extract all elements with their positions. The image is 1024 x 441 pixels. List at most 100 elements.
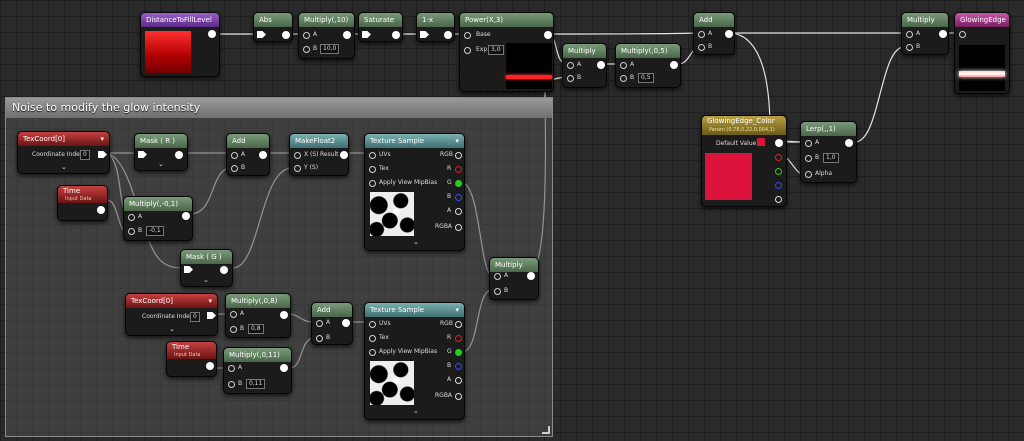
input-pin-x[interactable] (294, 152, 301, 159)
input-pin-b[interactable] (228, 381, 235, 388)
node-glowing-edge-color[interactable]: GlowingEdge_Color Param (0,78,0,22,0,004… (701, 115, 787, 207)
b-value-field[interactable]: 0,5 (638, 73, 654, 83)
input-pin-icon[interactable] (257, 31, 266, 38)
output-b-pin-icon[interactable] (455, 363, 462, 370)
output-pin-icon[interactable] (845, 139, 853, 147)
node-mask-r[interactable]: Mask ( R ) ⌄ (134, 133, 188, 171)
node-saturate[interactable]: Saturate (358, 12, 403, 42)
input-pin-b[interactable] (230, 326, 237, 333)
output-rgb-pin-icon[interactable] (455, 321, 462, 328)
input-pin-uvs[interactable] (369, 321, 376, 328)
chevron-down-icon[interactable]: ⌄ (413, 238, 419, 246)
input-pin-b[interactable] (231, 165, 238, 172)
channel-r-pin-icon[interactable] (775, 154, 782, 161)
input-pin-a[interactable] (230, 311, 237, 318)
output-pin-icon[interactable] (175, 151, 183, 159)
input-pin-b[interactable] (128, 228, 135, 235)
dropdown-icon[interactable]: ▾ (455, 134, 459, 148)
b-value-field[interactable]: 0,11 (246, 379, 266, 389)
input-pin-icon[interactable] (420, 31, 429, 38)
input-pin-a[interactable] (303, 32, 310, 39)
b-value-field[interactable]: 0,8 (248, 324, 264, 334)
output-pin-icon[interactable] (725, 30, 733, 38)
output-pin-icon[interactable] (97, 206, 105, 214)
output-r-pin-icon[interactable] (455, 166, 462, 173)
output-pin-icon[interactable] (939, 30, 947, 38)
input-pin-b[interactable] (698, 44, 705, 51)
channel-a-pin-icon[interactable] (775, 196, 782, 203)
b-value-field[interactable]: -0,1 (146, 226, 164, 236)
output-pin-icon[interactable] (597, 61, 605, 69)
input-pin-a[interactable] (231, 152, 238, 159)
channel-g-pin-icon[interactable] (775, 168, 782, 175)
output-pin-icon[interactable] (444, 31, 452, 39)
input-pin-a[interactable] (316, 320, 323, 327)
input-pin-alpha[interactable] (805, 171, 812, 178)
input-pin-a[interactable] (228, 365, 235, 372)
output-pin-icon[interactable] (775, 139, 783, 147)
node-abs[interactable]: Abs (253, 12, 293, 42)
input-pin-a[interactable] (805, 140, 812, 147)
input-pin-b[interactable] (906, 44, 913, 51)
input-pin-a[interactable] (128, 214, 135, 221)
node-texture-sample-2[interactable]: Texture Sample ▾ UVs Tex Apply View MipB… (364, 302, 465, 420)
node-makefloat2[interactable]: MakeFloat2 X (S) Y (S) Result (289, 133, 349, 176)
node-glowing-edge-output[interactable]: GlowingEdge (954, 12, 1010, 94)
input-pin-mip[interactable] (369, 180, 376, 187)
output-r-pin-icon[interactable] (455, 335, 462, 342)
default-value-swatch[interactable] (757, 138, 765, 146)
node-multiply-noise[interactable]: Multiply A B (489, 257, 539, 300)
node-mask-g[interactable]: Mask ( G ) ⌄ (180, 249, 233, 287)
output-pin-icon[interactable] (207, 312, 216, 319)
output-pin-icon[interactable] (220, 266, 228, 274)
node-time-2[interactable]: Time Input Data (166, 341, 217, 377)
input-pin-tex[interactable] (369, 166, 376, 173)
b-value-field[interactable]: 10,0 (320, 44, 340, 54)
input-pin-b[interactable] (316, 335, 323, 342)
dropdown-icon[interactable]: ▾ (455, 303, 459, 317)
input-pin-icon[interactable] (959, 31, 966, 38)
chevron-down-icon[interactable]: ⌄ (203, 276, 209, 284)
output-g-pin-icon[interactable] (455, 349, 462, 356)
output-pin-icon[interactable] (259, 151, 267, 159)
node-texture-sample-1[interactable]: Texture Sample ▾ UVs Tex Apply View MipB… (364, 133, 465, 251)
node-multiply-neg01[interactable]: Multiply(,-0,1) A B -0,1 (123, 196, 193, 241)
chevron-down-icon[interactable]: ⌄ (61, 163, 67, 171)
node-multiply-05[interactable]: Multiply(,0,5) A B 0,5 (615, 43, 681, 88)
input-pin-icon[interactable] (138, 151, 147, 158)
b-value-field[interactable]: 1,0 (823, 153, 839, 163)
output-pin-icon[interactable] (670, 61, 678, 69)
chevron-down-icon[interactable]: ⌄ (169, 325, 175, 333)
output-rgba-pin-icon[interactable] (455, 224, 462, 231)
node-texcoord-1[interactable]: TexCoord[0] ▾ Coordinate Index 0 ⌄ (17, 131, 110, 174)
resize-grip-icon[interactable] (542, 426, 550, 434)
input-pin-a[interactable] (698, 31, 705, 38)
coordinate-index-field[interactable]: 0 (80, 150, 90, 160)
node-add-top[interactable]: Add A B (693, 12, 735, 55)
output-pin-icon[interactable] (544, 31, 552, 39)
node-multiply-mid[interactable]: Multiply A B (562, 43, 607, 88)
input-pin-mip[interactable] (369, 349, 376, 356)
node-multiply-08[interactable]: Multiply(,0,8) A B 0,8 (225, 293, 291, 338)
node-multiply-011[interactable]: Multiply(,0,11) A B 0,11 (223, 347, 292, 394)
input-pin-b[interactable] (567, 75, 574, 82)
input-pin-b[interactable] (805, 155, 812, 162)
channel-b-pin-icon[interactable] (775, 182, 782, 189)
input-pin-a[interactable] (494, 273, 501, 280)
output-pin-icon[interactable] (343, 31, 351, 39)
output-rgb-pin-icon[interactable] (455, 152, 462, 159)
output-pin-icon[interactable] (282, 31, 290, 39)
node-power[interactable]: Power(X,3) Base Exp 3,0 (459, 12, 554, 92)
input-pin-y[interactable] (294, 165, 301, 172)
input-pin-a[interactable] (567, 62, 574, 69)
output-rgba-pin-icon[interactable] (455, 393, 462, 400)
node-texcoord-2[interactable]: TexCoord[0] ▾ Coordinate Index 0 ⌄ (125, 293, 218, 336)
input-pin-tex[interactable] (369, 335, 376, 342)
input-pin-icon[interactable] (184, 266, 193, 273)
input-pin-b[interactable] (303, 46, 310, 53)
exp-value-field[interactable]: 3,0 (488, 45, 504, 55)
output-pin-icon[interactable] (342, 319, 350, 327)
output-pin-icon[interactable] (206, 362, 214, 370)
input-pin-b[interactable] (620, 75, 627, 82)
input-pin-uvs[interactable] (369, 152, 376, 159)
